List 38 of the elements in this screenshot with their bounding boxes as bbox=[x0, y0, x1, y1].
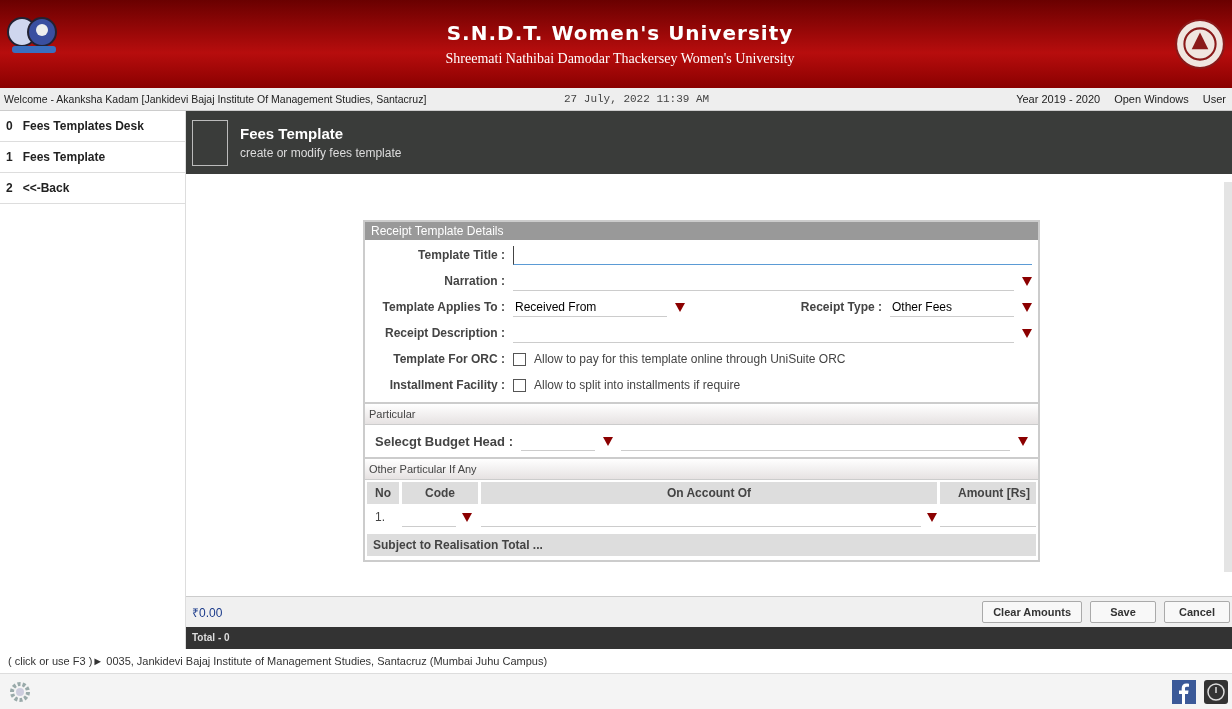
field-label: Template Title : bbox=[417, 248, 505, 262]
date-time: 27 July, 2022 11:39 AM bbox=[564, 93, 711, 105]
page-title: Fees Template bbox=[240, 125, 345, 142]
sidebar-item[interactable]: 0 Fees Templates Desk bbox=[0, 111, 185, 142]
action-button[interactable]: Clear Amounts bbox=[982, 601, 1082, 623]
header-link[interactable]: User bbox=[1202, 93, 1226, 105]
column-header: No bbox=[367, 482, 399, 504]
column-header: Amount [Rs] bbox=[940, 482, 1036, 504]
total-strip: Total - 0 bbox=[186, 627, 1232, 649]
section-title: Particular bbox=[365, 404, 1038, 425]
university-title: S.N.D.T. Women's University bbox=[446, 21, 794, 45]
column-header: Code bbox=[402, 482, 478, 504]
field-label: Narration : bbox=[443, 274, 505, 288]
amount-total: ₹0.00 bbox=[192, 604, 223, 621]
sidebar-item[interactable]: 2 <<-Back bbox=[0, 173, 185, 204]
receipt-type-dropdown[interactable]: Other Fees bbox=[890, 297, 1014, 317]
section-title: Other Particular If Any bbox=[365, 459, 1038, 480]
applies-to-dropdown[interactable]: Received From bbox=[513, 297, 667, 317]
row-number: 1. bbox=[374, 509, 386, 526]
field-label: Selecgt Budget Head : bbox=[375, 433, 513, 449]
checkbox-label: Allow to pay for this template online through UniSuite ORC bbox=[534, 352, 846, 366]
total-bar: Subject to Realisation Total ... bbox=[367, 534, 1036, 556]
action-button[interactable]: Save bbox=[1090, 601, 1156, 623]
university-subtitle: Shreemati Nathibai Damodar Thackersey Women's University bbox=[445, 51, 795, 67]
field-label: Receipt Type : bbox=[800, 300, 882, 314]
welcome-text: Welcome - Akanksha Kadam [Jankidevi Bajaj Institute Of Management Studies, Santacruz] bbox=[4, 93, 428, 105]
header-link[interactable]: Open Windows bbox=[1114, 93, 1189, 105]
panel-title: Receipt Template Details bbox=[365, 222, 1038, 240]
page-subtitle: create or modify fees template bbox=[240, 146, 402, 160]
field-label: Template Applies To : bbox=[381, 300, 505, 314]
field-label: Installment Facility : bbox=[388, 378, 505, 392]
field-label: Receipt Description : bbox=[383, 326, 505, 340]
field-label: Template For ORC : bbox=[392, 352, 505, 366]
sidebar-item[interactable]: 1 Fees Template bbox=[0, 142, 185, 173]
action-button[interactable]: Cancel bbox=[1164, 601, 1230, 623]
checkbox-label: Allow to split into installments if require bbox=[534, 378, 741, 392]
header-link[interactable]: Year 2019 - 2020 bbox=[1016, 93, 1101, 105]
column-header: On Account Of bbox=[481, 482, 937, 504]
